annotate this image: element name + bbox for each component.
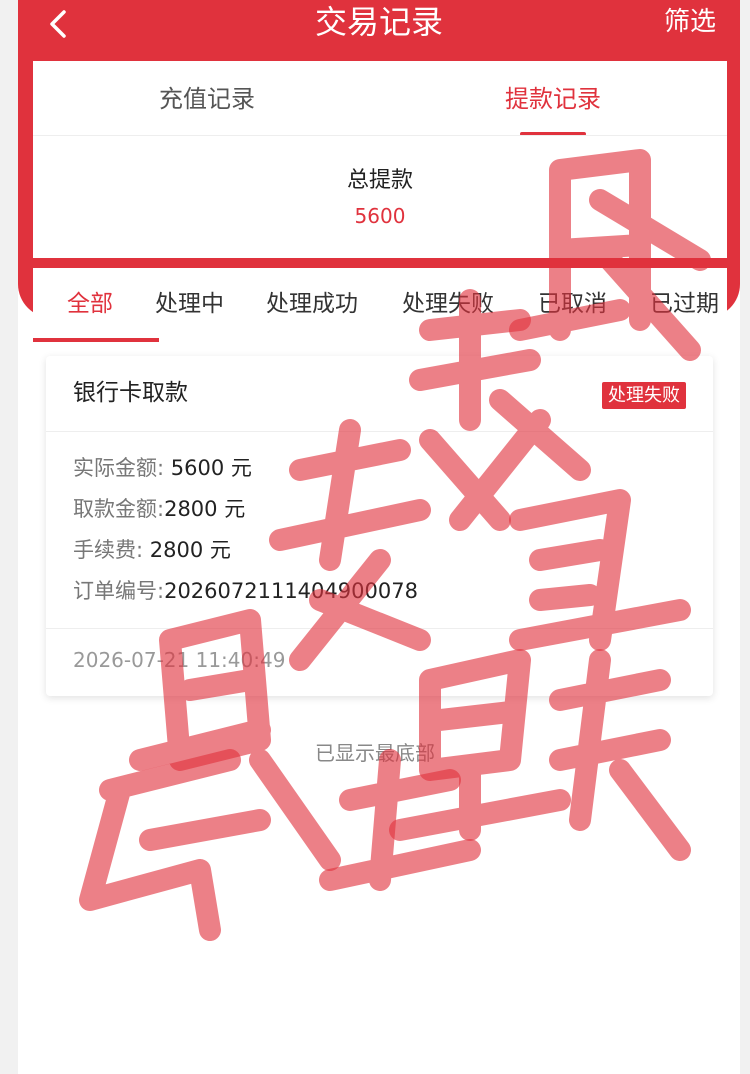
left-edge [0,0,18,1074]
page: 交易记录 筛选 充值记录 提款记录 总提款 5600 全部 处理中 处理成功 处… [0,0,750,1074]
status-tab-processing[interactable]: 处理中 [155,287,224,321]
record-title: 银行卡取款 [73,380,188,406]
field-actual-amount: 实际金额: 5600 元 [73,452,252,484]
field-label: 实际金额: [73,456,165,480]
end-of-list-note: 已显示最底部 [315,741,435,765]
active-status-indicator [33,338,159,342]
field-label: 手续费: [73,538,144,562]
field-label: 订单编号: [73,579,165,603]
summary-card: 充值记录 提款记录 总提款 5600 [33,61,727,258]
field-order-number: 订单编号:2026072111404900078 [73,575,418,607]
field-value: 5600 元 [164,456,252,480]
record-card[interactable]: 银行卡取款 处理失败 实际金额: 5600 元 取款金额:2800 元 手续费:… [46,356,713,696]
total-withdraw-label: 总提款 [346,168,413,193]
field-label: 取款金额: [73,497,165,521]
filter-button[interactable]: 筛选 [664,4,716,40]
total-withdraw-value: 5600 [354,204,406,228]
divider [46,431,713,432]
page-title: 交易记录 [314,3,443,41]
field-fee: 手续费: 2800 元 [73,534,231,566]
record-timestamp: 2026-07-21 11:40:49 [73,648,286,672]
status-badge: 处理失败 [602,382,686,409]
right-edge [740,0,750,1074]
status-tab-all[interactable]: 全部 [67,287,113,321]
status-filter-tabs: 全部 处理中 处理成功 处理失败 已取消 已过期 [33,268,727,344]
status-tab-cancelled[interactable]: 已取消 [538,287,607,321]
divider [33,135,727,136]
tab-deposit-records[interactable]: 充值记录 [159,81,255,117]
status-tab-expired[interactable]: 已过期 [650,287,719,321]
field-value: 2800 元 [164,497,246,521]
status-tab-success[interactable]: 处理成功 [266,287,358,321]
field-value: 2800 元 [143,538,231,562]
tab-withdraw-records[interactable]: 提款记录 [505,81,601,117]
divider [46,628,713,629]
status-tab-failed[interactable]: 处理失败 [402,287,494,321]
top-bar: 交易记录 筛选 [18,0,740,60]
field-value: 2026072111404900078 [164,579,418,603]
field-withdraw-amount: 取款金额:2800 元 [73,493,245,525]
